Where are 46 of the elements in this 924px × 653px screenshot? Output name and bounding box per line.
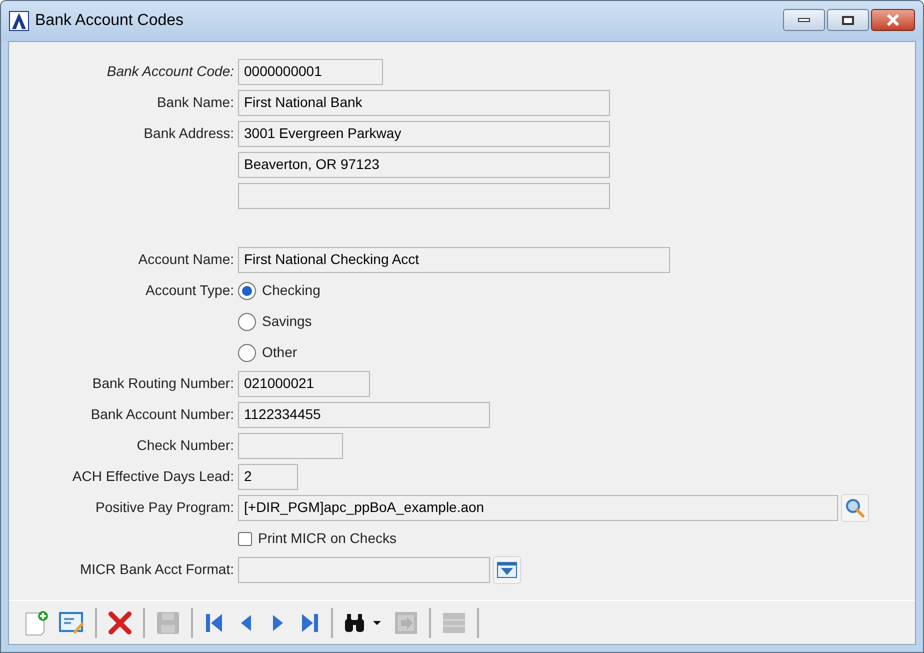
new-document-icon [23,610,49,636]
minimize-button[interactable] [783,9,825,31]
field-label: ACH Effective Days Lead: [72,467,234,486]
caret-icon [497,562,517,578]
field-label: Check Number: [136,436,234,455]
import-icon [393,610,419,636]
text-field[interactable]: 021000021 [238,370,370,396]
text-field[interactable]: 1122334455 [238,402,490,428]
close-button[interactable] [871,9,915,31]
save-icon [155,610,181,636]
radio-label: Checking [262,281,320,300]
radio-button[interactable] [238,344,256,362]
edit-form-icon [59,610,85,636]
close-icon [886,14,900,26]
field-label: MICR Bank Acct Format: [80,560,234,579]
text-field[interactable]: 3001 Evergreen Parkway [238,120,610,146]
text-field[interactable] [238,432,343,458]
delete-icon [107,610,133,636]
app-logo-icon [9,11,29,31]
text-field[interactable]: First National Bank [238,90,610,116]
text-field[interactable]: [+DIR_PGM]apc_ppBoA_example.aon [238,494,838,520]
text-field[interactable] [238,182,610,208]
checkbox[interactable] [238,532,252,546]
window-title: Bank Account Codes [35,11,184,31]
checkbox-label: Print MICR on Checks [258,529,396,548]
text-field[interactable] [238,556,490,582]
field-label: Bank Account Code: [106,62,234,81]
search-button[interactable] [841,494,869,522]
text-field[interactable]: First National Checking Acct [238,246,670,272]
field-label: Bank Address: [144,124,234,143]
field-label: Bank Account Number: [90,405,234,424]
radio-button[interactable] [238,282,256,300]
maximize-button[interactable] [827,9,869,31]
field-label: Bank Routing Number: [92,374,234,393]
field-label: Account Type: [146,281,234,300]
text-field[interactable]: 2 [238,464,298,490]
text-field[interactable]: Beaverton, OR 97123 [238,152,610,178]
field-label: Bank Name: [156,93,234,112]
field-label: Positive Pay Program: [96,498,234,517]
search-icon [845,498,865,518]
radio-label: Other [262,343,298,362]
radio-label: Savings [262,312,312,331]
dropdown-button[interactable] [493,556,521,584]
text-field[interactable]: 0000000001 [238,58,383,84]
field-label: Account Name: [138,250,234,269]
radio-button[interactable] [238,312,256,330]
